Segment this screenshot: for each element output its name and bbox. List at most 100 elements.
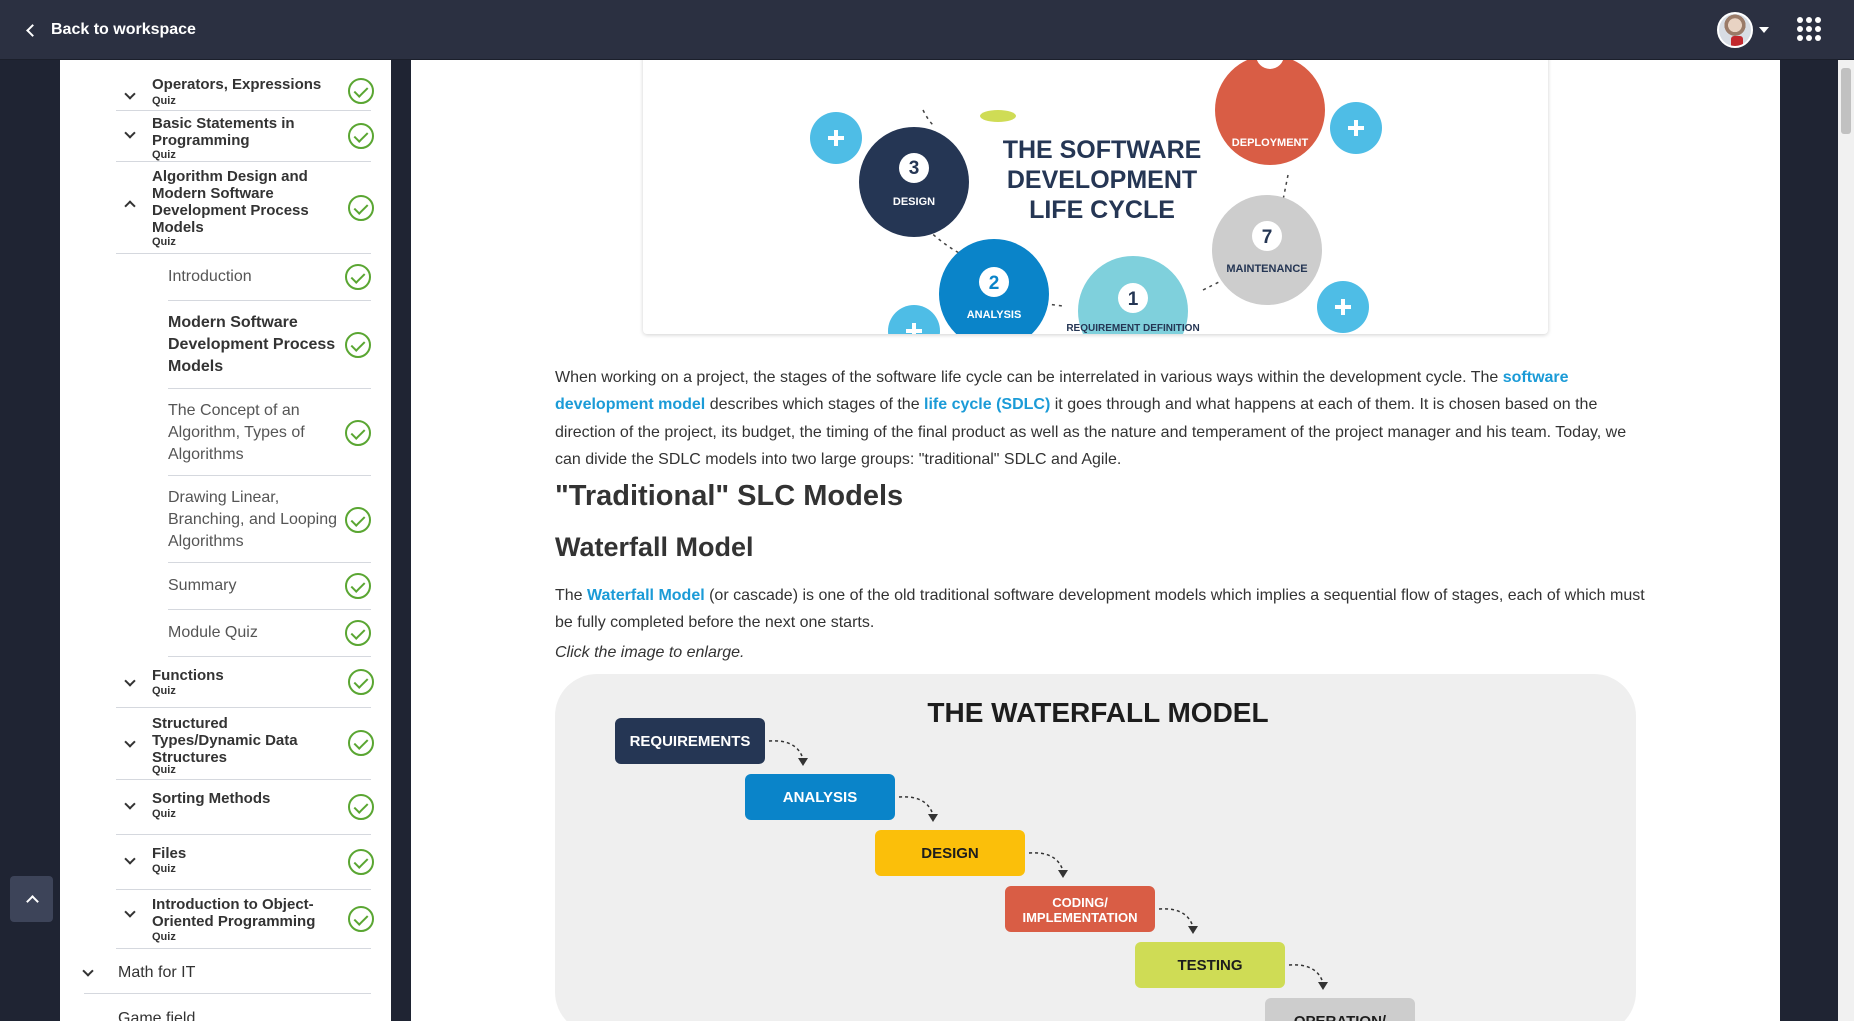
lesson-item-modern-sdp-models-active[interactable]: Modern Software Development Process Mode… [168, 301, 371, 389]
sdlc-title-line-1: THE SOFTWARE [1003, 136, 1202, 164]
heading-traditional-models: "Traditional" SLC Models [555, 480, 904, 512]
waterfall-step: REQUIREMENTS [615, 718, 808, 766]
stage-label-analysis: ANALYSIS [967, 309, 1022, 321]
paragraph-waterfall: The Waterfall Model (or cascade) is one … [555, 582, 1655, 637]
lesson-item-drawing-algorithms[interactable]: Drawing Linear, Branching, and Looping A… [168, 476, 371, 563]
flow-arrow [1028, 852, 1064, 872]
plus-icon[interactable] [888, 305, 940, 357]
caret-down-icon[interactable] [1759, 27, 1769, 33]
lesson-item-algorithm-concept[interactable]: The Concept of an Algorithm, Types of Al… [168, 389, 371, 476]
page-scrollbar[interactable] [1838, 60, 1854, 1021]
plus-icon[interactable] [810, 112, 862, 164]
arrow-head-icon [1058, 870, 1068, 878]
waterfall-step: OPERATION/ [1265, 998, 1415, 1021]
chevron-down-icon[interactable] [82, 965, 94, 977]
module-functions[interactable]: Functions Quiz [116, 657, 374, 708]
module-subtitle: Quiz [152, 95, 176, 107]
waterfall-step: CODING/IMPLEMENTATION [1005, 886, 1198, 934]
sdlc-diagram: DEPLOYMENT 3 DESIGN 2 ANALYSIS 1 REQUIRE [810, 60, 1382, 386]
text-span: (or cascade) is one of the old tradition… [555, 587, 1645, 632]
waterfall-steps: REQUIREMENTS ANALYSIS DESIGN CODING/IMPLEME… [615, 718, 1415, 1021]
stage-label-design: DESIGN [893, 196, 935, 208]
completed-check-icon [348, 906, 374, 932]
module-operators-expressions[interactable]: Operators, Expressions Quiz [116, 60, 374, 111]
scrollbar-thumb[interactable] [1841, 68, 1851, 134]
completed-check-icon [348, 78, 374, 104]
waterfall-step-label: CODING/ [1052, 895, 1108, 910]
module-title: Sorting Methods [152, 790, 271, 807]
lesson-item-summary[interactable]: Summary [168, 563, 371, 610]
plus-icon[interactable] [1317, 281, 1369, 333]
chevron-down-icon[interactable] [124, 88, 136, 100]
completed-check-icon [348, 195, 374, 221]
chevron-up-icon[interactable] [124, 200, 136, 212]
waterfall-diagram: THE WATERFALL MODEL REQUIREMENTS ANALYSIS… [615, 697, 1415, 1021]
module-title: Basic Statements in Programming [152, 115, 295, 149]
stage-number: 1 [1128, 289, 1139, 310]
flow-arrow [768, 740, 804, 760]
lesson-item-introduction[interactable]: Introduction [168, 254, 371, 301]
waterfall-diagram-card[interactable]: THE WATERFALL MODEL REQUIREMENTS ANALYSIS… [555, 674, 1636, 1021]
heading-waterfall-model: Waterfall Model [555, 532, 754, 562]
back-to-workspace-link[interactable]: Back to workspace [22, 16, 196, 44]
link-waterfall-model[interactable]: Waterfall Model [587, 587, 705, 604]
lesson-content: DEPLOYMENT 3 DESIGN 2 ANALYSIS 1 REQUIRE [411, 60, 1780, 1021]
waterfall-step: TESTING [1135, 942, 1328, 990]
module-sorting-methods[interactable]: Sorting Methods Quiz [116, 780, 374, 835]
lesson-title: Drawing Linear, Branching, and Looping A… [168, 489, 338, 550]
module-subtitle: Quiz [152, 236, 176, 248]
enlarge-hint: Click the image to enlarge. [555, 644, 745, 661]
completed-check-icon [348, 669, 374, 695]
module-subtitle: Quiz [152, 149, 176, 161]
completed-check-icon [348, 794, 374, 820]
arrow-head-icon [1188, 926, 1198, 934]
chevron-down-icon[interactable] [124, 127, 136, 139]
module-title: Operators, Expressions [152, 76, 322, 93]
section-next[interactable]: Game field [118, 1010, 195, 1021]
apps-grid-icon[interactable] [1797, 17, 1821, 41]
chevron-down-icon[interactable] [124, 675, 136, 687]
stage-number: 3 [909, 158, 920, 179]
plus-icon[interactable] [1330, 102, 1382, 154]
completed-check-icon [348, 123, 374, 149]
stage-label-requirement-definition: REQUIREMENT DEFINITION [1066, 323, 1199, 334]
waterfall-title: THE WATERFALL MODEL [927, 697, 1268, 728]
stage-number: 2 [989, 273, 1000, 294]
waterfall-step-label: TESTING [1177, 957, 1242, 974]
scroll-to-top-button[interactable] [10, 876, 53, 922]
lesson-item-module-quiz[interactable]: Module Quiz [168, 610, 371, 657]
module-subtitle: Quiz [152, 931, 176, 943]
waterfall-step: ANALYSIS [745, 774, 938, 822]
link-life-cycle-sdlc[interactable]: life cycle (SDLC) [924, 396, 1050, 413]
waterfall-step-label: DESIGN [921, 845, 979, 862]
section-math-for-it[interactable]: Math for IT [82, 954, 371, 994]
flow-arrow [1158, 908, 1194, 928]
course-sidebar: Operators, Expressions Quiz Basic Statem… [60, 60, 391, 1021]
lesson-title: Modern Software Development Process Mode… [168, 314, 336, 375]
module-title: Structured Types/Dynamic Data Structures [152, 715, 298, 766]
module-files[interactable]: Files Quiz [116, 835, 374, 890]
completed-check-icon [348, 730, 374, 756]
module-subtitle: Quiz [152, 764, 176, 776]
chevron-down-icon[interactable] [124, 736, 136, 748]
user-avatar[interactable] [1717, 12, 1753, 48]
top-bar: Back to workspace [0, 0, 1854, 60]
module-basic-statements[interactable]: Basic Statements in Programming Quiz [116, 111, 374, 162]
module-oop[interactable]: Introduction to Object-Oriented Programm… [116, 890, 374, 949]
stage-label-maintenance: MAINTENANCE [1226, 263, 1307, 275]
module-algorithm-design[interactable]: Algorithm Design and Modern Software Dev… [116, 162, 374, 254]
chevron-down-icon[interactable] [124, 906, 136, 918]
module-title: Introduction to Object-Oriented Programm… [152, 896, 316, 930]
lesson-title: Summary [168, 577, 237, 594]
completed-check-icon [345, 264, 371, 290]
chevron-down-icon[interactable] [124, 853, 136, 865]
waterfall-step-label: ANALYSIS [783, 789, 857, 806]
module-title: Functions [152, 667, 224, 684]
text-span: When working on a project, the stages of… [555, 369, 1503, 386]
module-structured-types[interactable]: Structured Types/Dynamic Data Structures… [116, 708, 374, 780]
completed-check-icon [345, 573, 371, 599]
completed-check-icon [345, 420, 371, 446]
sdlc-diagram-card[interactable]: DEPLOYMENT 3 DESIGN 2 ANALYSIS 1 REQUIRE [643, 60, 1548, 386]
waterfall-step-label: REQUIREMENTS [630, 733, 751, 750]
chevron-down-icon[interactable] [124, 798, 136, 810]
